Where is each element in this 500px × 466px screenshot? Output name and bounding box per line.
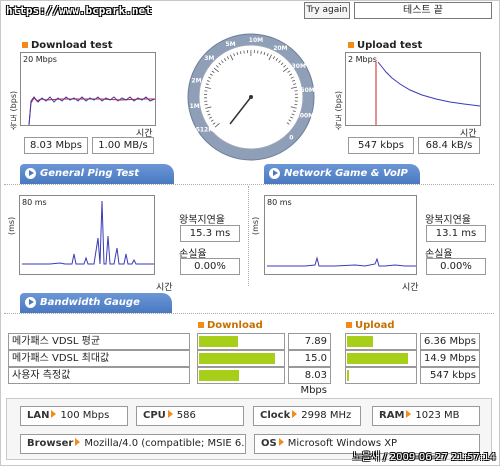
browser-value: Mozilla/4.0 (compatible; MSIE 6.0 [84, 438, 246, 449]
upload-kbs-value: 68.4 kB/s [418, 137, 480, 154]
download-mbs-value: 1.00 MB/s [92, 137, 154, 154]
arrow-right-icon [292, 410, 298, 418]
bandwidth-row-upload-bar [345, 333, 417, 350]
gauge-label: 5M [225, 41, 235, 48]
clock-key: Clock [260, 410, 291, 421]
ping-left-rtt-label: 왕복지연율 [179, 215, 225, 226]
tab-bandwidth-gauge[interactable]: Bandwidth Gauge [20, 293, 172, 313]
download-graph [28, 96, 155, 125]
bar-fill [347, 370, 349, 381]
bandwidth-row-download-value: 7.89 Mbps [288, 333, 331, 362]
download-mbps-value: 8.03 Mbps [24, 137, 88, 154]
download-title: Download test [22, 40, 113, 51]
bandwidth-row-label: 사용자 측정값 [8, 367, 190, 384]
upload-graph [375, 61, 480, 125]
lan-info: LAN 100 Mbps [20, 406, 128, 426]
bandwidth-upload-head: Upload [346, 320, 394, 331]
ping-right-rtt-label: 왕복지연율 [425, 215, 471, 226]
bar-fill [347, 336, 373, 347]
play-icon [25, 297, 36, 308]
cpu-key: CPU [143, 410, 166, 421]
footer-stamp: 노을새 / 2009-06-27 21:57:14 [352, 452, 496, 463]
download-ylabel: 속도 (bps) [9, 90, 18, 130]
gauge-label: 512K [196, 127, 214, 134]
gauge-label: 10M [249, 37, 263, 44]
ping-right-xlabel: 시간 [402, 283, 419, 293]
upload-title: Upload test [348, 40, 422, 51]
gauge-label: 1M [190, 103, 200, 110]
upload-ylabel: 속도 (bps) [334, 90, 343, 130]
ram-info: RAM 1023 MB [372, 406, 480, 426]
try-again-button[interactable]: Try again [304, 2, 350, 19]
bandwidth-row-download-value: 8.03 Mbps [288, 367, 331, 396]
bar-fill [199, 353, 275, 364]
clock-value: 2998 MHz [301, 410, 352, 421]
tab-label: General Ping Test [40, 168, 140, 179]
gauge-label: 30M [292, 63, 306, 70]
ping-right-ylabel: (ms) [251, 216, 260, 235]
arrow-right-icon [167, 410, 173, 418]
divider [4, 184, 494, 185]
bandwidth-download-head: Download [198, 320, 263, 331]
arrow-right-icon [51, 410, 57, 418]
browser-info: Browser Mozilla/4.0 (compatible; MSIE 6.0 [20, 434, 246, 454]
tab-network-game-voip-test[interactable]: Network Game & VoIP Test [264, 164, 420, 199]
ping-left-graph [22, 200, 154, 265]
ping-left-rtt-value: 15.3 ms [180, 225, 240, 242]
bandwidth-row-label: 메가패스 VDSL 최대값 [8, 350, 190, 367]
lan-key: LAN [27, 410, 50, 421]
play-icon [25, 168, 36, 179]
ping-right-graph [267, 256, 416, 267]
gauge-tick [204, 104, 208, 106]
tab-general-ping-test[interactable]: General Ping Test [20, 164, 174, 184]
bandwidth-row-download-value: 15.0 Mbps [288, 350, 331, 379]
status-field: 테스트 끝 [354, 2, 492, 19]
bandwidth-row-upload-value: 547 kbps [420, 367, 480, 384]
ram-value: 1023 MB [415, 410, 460, 421]
bandwidth-row-label: 메가패스 VDSL 평균 [8, 333, 190, 350]
cpu-info: CPU 586 [136, 406, 244, 426]
browser-key: Browser [27, 438, 74, 449]
gauge-label: 2M [191, 77, 201, 84]
bar-fill [347, 353, 408, 364]
ram-key: RAM [379, 410, 405, 421]
ping-left-chart: 80 ms [19, 195, 155, 275]
ping-left-xlabel: 시간 [156, 283, 173, 293]
play-icon [269, 168, 280, 179]
ping-right-chart: 80 ms [264, 195, 417, 275]
ping-right-rtt-value: 13.1 ms [426, 225, 486, 242]
bar-fill [199, 336, 238, 347]
bandwidth-row-upload-bar [345, 350, 417, 367]
ping-left-ylabel: (ms) [7, 216, 16, 235]
bandwidth-row-upload-value: 14.9 Mbps [420, 350, 480, 367]
bandwidth-row-download-bar [197, 367, 285, 384]
download-chart: 20 Mbps [20, 52, 156, 126]
ping-right-loss-value: 0.00% [426, 258, 486, 275]
speed-gauge: 512K 1M 2M 3M 5M 10M 20M 30M 50M 100M 0 [187, 33, 315, 161]
gauge-label: 0 [289, 134, 293, 141]
gauge-label: 3M [204, 55, 214, 62]
bandwidth-row-download-bar [197, 350, 285, 367]
gauge-label: 100M [296, 113, 315, 120]
tab-label: Bandwidth Gauge [40, 297, 140, 308]
clock-info: Clock 2998 MHz [253, 406, 361, 426]
gauge-label: 20M [273, 45, 287, 52]
bandwidth-row-upload-value: 6.36 Mbps [420, 333, 480, 350]
site-url[interactable]: https://www.bcpark.net [6, 4, 152, 17]
divider [4, 313, 494, 314]
os-key: OS [261, 438, 277, 449]
arrow-right-icon [75, 438, 81, 446]
cpu-value: 586 [176, 410, 196, 421]
upload-kbps-value: 547 kbps [348, 137, 414, 154]
vertical-divider [248, 186, 249, 286]
bandwidth-row-upload-bar [345, 367, 417, 384]
ping-left-loss-value: 0.00% [180, 258, 240, 275]
arrow-right-icon [406, 410, 412, 418]
upload-chart: 2 Mbps [345, 52, 481, 126]
arrow-right-icon [278, 438, 284, 446]
bandwidth-row-download-bar [197, 333, 285, 350]
lan-value: 100 Mbps [60, 410, 110, 421]
bar-fill [199, 370, 239, 381]
gauge-label: 50M [300, 87, 314, 94]
